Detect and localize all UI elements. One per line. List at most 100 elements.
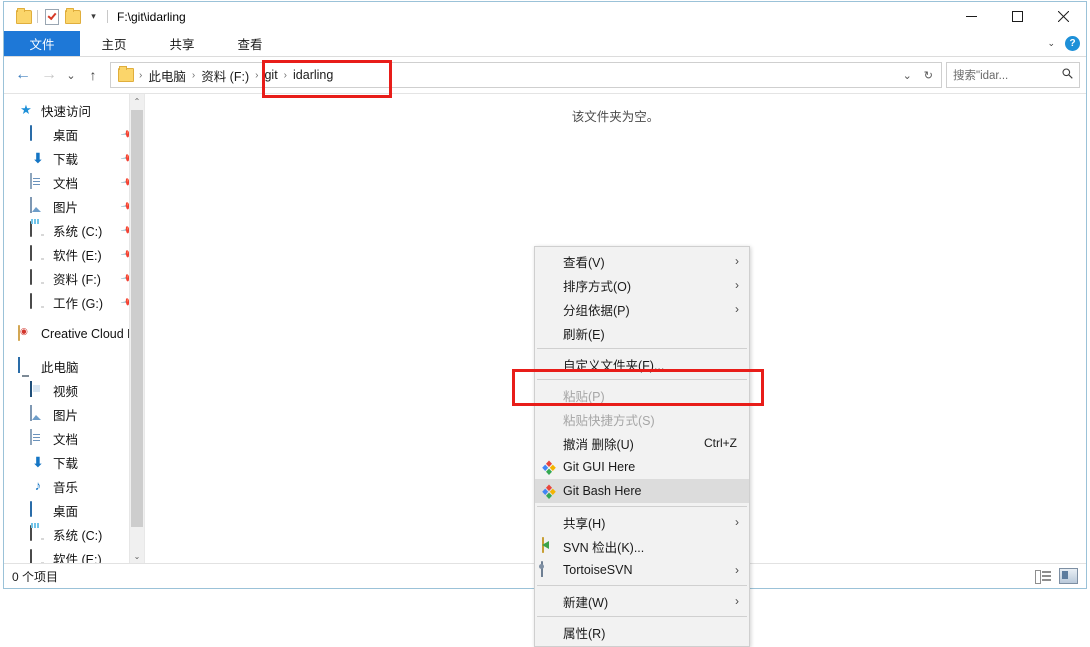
menu-item-svn-checkout[interactable]: SVN 检出(K)... [535,534,749,558]
customize-qat-chevron-icon[interactable]: ▾ [83,7,104,27]
videos-icon [30,381,46,398]
search-icon[interactable] [1062,68,1073,82]
menu-item-sort-by[interactable]: 排序方式(O) › [535,273,749,297]
sidebar-item-pictures-pc[interactable]: 图片 [4,402,144,426]
menu-item-undo-delete[interactable]: 撤消 删除(U) Ctrl+Z [535,431,749,455]
close-button[interactable] [1040,2,1086,31]
breadcrumb-separator-0[interactable]: › [137,70,144,81]
sidebar-item-data-f[interactable]: 资料 (F:) 📌 [4,266,144,290]
up-button[interactable]: ↑ [80,62,106,88]
sidebar-item-documents-pc[interactable]: 文档 [4,426,144,450]
ribbon-tab-bar: 文件 主页 共享 查看 ⌄ ? [4,31,1086,57]
maximize-button[interactable] [994,2,1040,31]
drive-icon [30,269,46,286]
sidebar-label-pictures: 图片 [53,200,79,215]
menu-label-share: 共享(H) [563,516,606,531]
sidebar-item-work-g[interactable]: 工作 (G:) 📌 [4,290,144,314]
menu-label-paste: 粘贴(P) [563,389,605,404]
window-title: F:\git\idarling [117,9,186,24]
menu-label-tortoise-svn: TortoiseSVN [563,563,633,577]
breadcrumb-folder-icon [118,66,134,82]
menu-item-group-by[interactable]: 分组依据(P) › [535,297,749,321]
breadcrumb-separator-1[interactable]: › [190,70,197,81]
menu-item-refresh[interactable]: 刷新(E) [535,321,749,345]
breadcrumb-item-idarling[interactable]: idarling [289,68,337,82]
recent-locations-button[interactable]: ⌄ [62,62,80,88]
window-controls [948,2,1086,31]
menu-label-svn-checkout: SVN 检出(K)... [563,540,645,555]
sidebar-item-music[interactable]: ♪ 音乐 [4,474,144,498]
menu-icon-placeholder [541,325,557,341]
tab-home[interactable]: 主页 [80,31,148,56]
drive-icon [30,549,46,563]
details-view-icon[interactable] [1035,569,1051,584]
sidebar-item-downloads[interactable]: ⬇ 下载 📌 [4,146,144,170]
help-icon[interactable]: ? [1065,36,1080,51]
tab-file[interactable]: 文件 [4,31,80,56]
tab-view[interactable]: 查看 [216,31,284,56]
breadcrumb[interactable]: › 此电脑 › 资料 (F:) › git › idarling ⌄ ↻ [110,62,942,88]
pictures-icon [30,405,46,422]
menu-item-view[interactable]: 查看(V) › [535,249,749,273]
scroll-up-arrow-icon[interactable]: ⌃ [130,94,144,108]
breadcrumb-item-drive-f[interactable]: 资料 (F:) [197,66,253,85]
menu-item-git-bash-here[interactable]: Git Bash Here [535,479,749,503]
menu-item-git-gui-here[interactable]: Git GUI Here [535,455,749,479]
sidebar-label-downloads-pc: 下载 [53,456,79,471]
sidebar-item-software-e[interactable]: 软件 (E:) 📌 [4,242,144,266]
sidebar-item-downloads-pc[interactable]: ⬇ 下载 [4,450,144,474]
sidebar-item-desktop[interactable]: 桌面 📌 [4,122,144,146]
menu-separator [537,506,747,507]
menu-item-tortoise-svn[interactable]: TortoiseSVN › [535,558,749,582]
desktop-icon [30,125,46,142]
scroll-down-arrow-icon[interactable]: ⌄ [130,549,144,563]
submenu-arrow-icon: › [735,278,739,292]
sidebar-label-software-e: 软件 (E:) [53,248,102,263]
back-button[interactable]: ← [10,62,36,88]
sidebar-item-this-pc[interactable]: 此电脑 [4,354,144,378]
scrollbar-thumb[interactable] [131,110,143,527]
minimize-button[interactable] [948,2,994,31]
sidebar-item-quick-access[interactable]: ★ 快速访问 [4,98,144,122]
svn-icon [541,537,557,554]
sidebar-item-desktop-pc[interactable]: 桌面 [4,498,144,522]
qat-divider-2 [107,10,108,23]
sidebar-item-documents[interactable]: 文档 📌 [4,170,144,194]
folder-icon[interactable] [13,7,34,27]
documents-icon [30,173,46,190]
menu-icon-placeholder [541,435,557,451]
breadcrumb-dropdown-icon[interactable]: ⌄ [897,69,918,82]
sidebar-item-videos[interactable]: 视频 [4,378,144,402]
breadcrumb-separator-2[interactable]: › [253,70,260,81]
properties-icon[interactable] [41,7,62,27]
menu-icon-placeholder [541,387,557,403]
breadcrumb-separator-3[interactable]: › [282,70,289,81]
menu-item-properties[interactable]: 属性(R) [535,620,749,644]
navigation-pane: ★ 快速访问 桌面 📌 ⬇ 下载 📌 文档 📌 图片 📌 系统 (C:) 📌 软… [4,94,144,563]
tab-share[interactable]: 共享 [148,31,216,56]
sidebar-scrollbar[interactable]: ⌃ ⌄ [129,94,144,563]
title-bar: ▾ F:\git\idarling [4,2,1086,31]
sidebar-item-system-c-pc[interactable]: 系统 (C:) [4,522,144,546]
sidebar-item-pictures[interactable]: 图片 📌 [4,194,144,218]
forward-button[interactable]: → [36,62,62,88]
menu-item-customize-folder[interactable]: 自定义文件夹(F)... [535,352,749,376]
git-icon [541,483,557,499]
search-input[interactable]: 搜索"idar... [946,62,1080,88]
sidebar-label-data-f: 资料 (F:) [53,272,101,287]
menu-label-undo-delete: 撤消 删除(U) [563,437,634,452]
menu-item-share[interactable]: 共享(H) › [535,510,749,534]
sidebar-item-system-c[interactable]: 系统 (C:) 📌 [4,218,144,242]
item-count-label: 0 个项目 [12,569,59,584]
tiles-view-icon[interactable] [1059,568,1078,584]
menu-separator [537,616,747,617]
collapse-ribbon-chevron-icon[interactable]: ⌄ [1047,39,1055,48]
menu-item-paste: 粘贴(P) [535,383,749,407]
breadcrumb-item-git[interactable]: git [260,68,281,82]
sidebar-item-creative-cloud[interactable]: Creative Cloud F [4,322,144,346]
sidebar-item-software-e-pc[interactable]: 软件 (E:) [4,546,144,563]
breadcrumb-item-this-pc[interactable]: 此电脑 [144,66,190,85]
refresh-icon[interactable]: ↻ [918,69,939,82]
explorer-body: ★ 快速访问 桌面 📌 ⬇ 下载 📌 文档 📌 图片 📌 系统 (C:) 📌 软… [4,93,1086,647]
new-folder-icon[interactable] [62,7,83,27]
